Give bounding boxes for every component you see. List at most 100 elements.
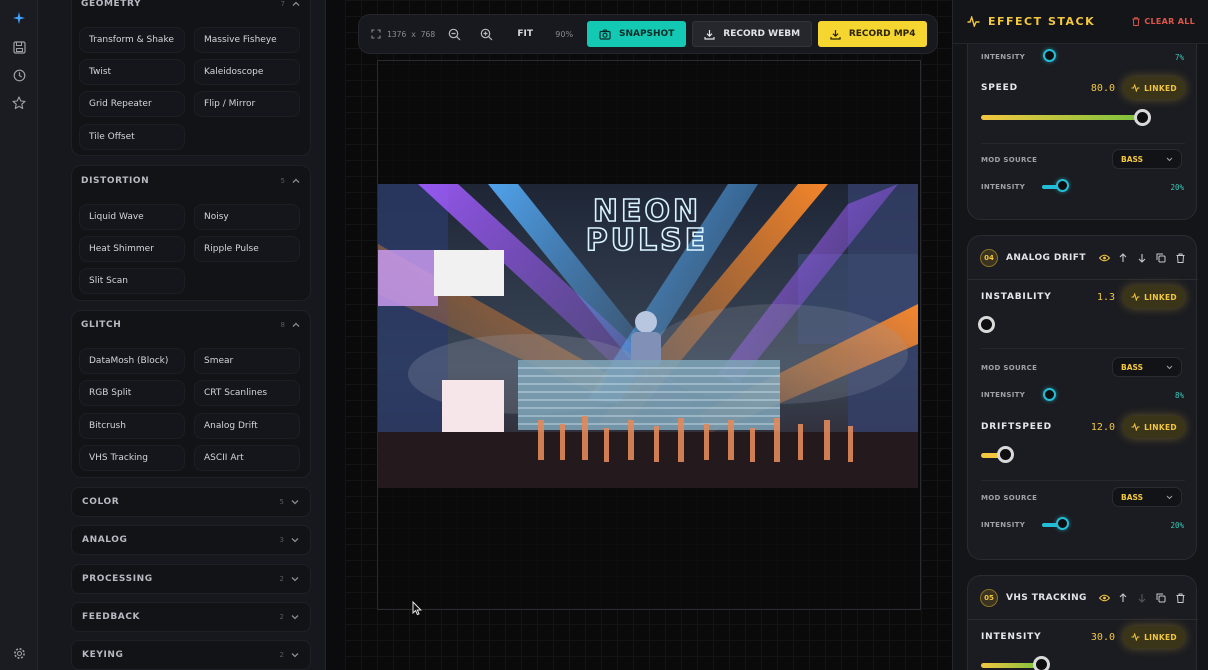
mod-source-label: MOD SOURCE bbox=[981, 156, 1038, 164]
speed-slider-fill bbox=[981, 115, 1143, 120]
effect-item[interactable]: Ripple Pulse bbox=[194, 236, 300, 262]
intensity-label: INTENSITY bbox=[981, 53, 1026, 61]
chevron-down-icon bbox=[1166, 365, 1173, 369]
duplicate-icon[interactable] bbox=[1155, 592, 1167, 604]
clear-all-button[interactable]: CLEAR ALL bbox=[1132, 17, 1195, 26]
effect-item[interactable]: RGB Split bbox=[79, 380, 185, 406]
move-up-arrow-icon[interactable] bbox=[1117, 592, 1129, 604]
intensity-value: 7% bbox=[1174, 53, 1184, 62]
instability-value: 1.3 bbox=[1096, 292, 1115, 303]
effect-item[interactable]: Grid Repeater bbox=[79, 91, 185, 117]
category-geometry-header[interactable]: GEOMETRY 7 bbox=[71, 0, 311, 19]
category-color[interactable]: COLOR 5 bbox=[71, 487, 311, 517]
effect-item[interactable]: Massive Fisheye bbox=[194, 27, 300, 53]
save-icon[interactable] bbox=[9, 37, 29, 57]
trash-icon[interactable] bbox=[1174, 592, 1186, 604]
linked-toggle[interactable]: LINKED bbox=[1123, 626, 1185, 648]
mod-source-label: MOD SOURCE bbox=[981, 494, 1038, 502]
record-mp4-button[interactable]: RECORD MP4 bbox=[818, 21, 928, 47]
trash-icon[interactable] bbox=[1174, 252, 1186, 264]
linked-toggle[interactable]: LINKED bbox=[1123, 77, 1185, 99]
linked-label: LINKED bbox=[1144, 632, 1177, 642]
effect-item[interactable]: Tile Offset bbox=[79, 124, 185, 150]
effect-item[interactable]: ASCII Art bbox=[194, 445, 300, 471]
effect-card-analog-drift: 04 ANALOG DRIFT INSTABILITY 1.3 LINKED M… bbox=[967, 235, 1198, 560]
effect-item[interactable]: Bitcrush bbox=[79, 413, 185, 439]
settings-icon[interactable] bbox=[9, 643, 29, 663]
category-title: FEEDBACK bbox=[82, 612, 141, 622]
effect-item[interactable]: Slit Scan bbox=[79, 268, 185, 294]
category-title: GEOMETRY bbox=[81, 0, 142, 9]
zoom-out-button[interactable] bbox=[441, 21, 467, 47]
move-down-arrow-icon[interactable] bbox=[1136, 252, 1148, 264]
sparkle-icon[interactable] bbox=[9, 8, 29, 28]
divider bbox=[981, 480, 1185, 481]
zoom-in-icon bbox=[480, 28, 493, 40]
category-processing[interactable]: PROCESSING 2 bbox=[71, 564, 311, 594]
intensity-label: INTENSITY bbox=[981, 632, 1042, 642]
category-glitch-header[interactable]: GLITCH 8 bbox=[71, 310, 311, 340]
chevron-down-icon bbox=[291, 500, 299, 505]
category-analog[interactable]: ANALOG 3 bbox=[71, 525, 311, 555]
zoom-in-button[interactable] bbox=[473, 21, 499, 47]
effect-item[interactable]: Liquid Wave bbox=[79, 204, 185, 230]
effect-item[interactable]: DataMosh (Block) bbox=[79, 348, 185, 374]
intensity-slider[interactable] bbox=[1056, 179, 1069, 192]
duplicate-icon[interactable] bbox=[1155, 252, 1167, 264]
mod-source-select[interactable]: BASS bbox=[1112, 149, 1182, 169]
linked-label: LINKED bbox=[1144, 292, 1177, 302]
category-feedback[interactable]: FEEDBACK 2 bbox=[71, 602, 311, 632]
category-distortion-header[interactable]: DISTORTION 5 bbox=[71, 166, 311, 196]
instability-slider[interactable] bbox=[978, 316, 995, 333]
speed-slider[interactable] bbox=[1134, 109, 1151, 126]
activity-icon bbox=[1131, 293, 1140, 301]
star-icon[interactable] bbox=[9, 93, 29, 113]
linked-toggle[interactable]: LINKED bbox=[1123, 286, 1185, 308]
move-down-arrow-icon[interactable] bbox=[1136, 592, 1148, 604]
chevron-down-icon bbox=[291, 653, 299, 658]
effect-item[interactable]: Heat Shimmer bbox=[79, 236, 185, 262]
card-index: 05 bbox=[980, 588, 998, 607]
intensity-slider[interactable] bbox=[1043, 49, 1056, 62]
intensity-value: 20% bbox=[1170, 521, 1184, 530]
category-title: ANALOG bbox=[82, 535, 128, 545]
activity-icon bbox=[1131, 633, 1140, 641]
effect-item[interactable]: VHS Tracking bbox=[79, 445, 185, 471]
intensity-value: 30.0 bbox=[1090, 632, 1115, 643]
effect-item[interactable]: Analog Drift bbox=[194, 413, 300, 439]
fit-button[interactable]: FIT bbox=[505, 21, 545, 47]
record-webm-button[interactable]: RECORD WEBM bbox=[692, 21, 813, 47]
trash-icon bbox=[1132, 17, 1140, 26]
intensity-slider[interactable] bbox=[1056, 517, 1069, 530]
effect-item[interactable]: Twist bbox=[79, 59, 185, 85]
video-preview: NEON PULSE bbox=[378, 184, 918, 488]
category-title: COLOR bbox=[82, 497, 120, 507]
effect-item[interactable]: Kaleidoscope bbox=[194, 59, 300, 85]
effect-item[interactable]: Smear bbox=[194, 348, 300, 374]
intensity-slider[interactable] bbox=[1033, 656, 1050, 670]
effect-item[interactable]: Transform & Shake bbox=[79, 27, 185, 53]
canvas-toolbar: 1376 x 768 FIT 90% SNAPSHOT RECORD WEBM … bbox=[358, 14, 938, 54]
resolution-text: 1376 x 768 bbox=[387, 29, 436, 39]
mod-source-value: BASS bbox=[1121, 362, 1143, 372]
visibility-eye-icon[interactable] bbox=[1098, 592, 1110, 604]
snapshot-button[interactable]: SNAPSHOT bbox=[587, 21, 687, 47]
effect-item[interactable]: CRT Scanlines bbox=[194, 380, 300, 406]
move-up-arrow-icon[interactable] bbox=[1117, 252, 1129, 264]
effect-item[interactable]: Noisy bbox=[194, 204, 300, 230]
mod-source-select[interactable]: BASS bbox=[1112, 487, 1182, 507]
resolution-readout[interactable]: 1376 x 768 bbox=[365, 29, 441, 39]
intensity-slider[interactable] bbox=[1043, 388, 1056, 401]
driftspeed-label: DRIFTSPEED bbox=[981, 422, 1052, 432]
category-title: DISTORTION bbox=[81, 176, 150, 186]
visibility-eye-icon[interactable] bbox=[1098, 252, 1110, 264]
mod-source-select[interactable]: BASS bbox=[1112, 357, 1182, 377]
category-keying[interactable]: KEYING 2 bbox=[71, 640, 311, 670]
history-icon[interactable] bbox=[9, 65, 29, 85]
intensity-label: INTENSITY bbox=[981, 391, 1026, 399]
linked-toggle[interactable]: LINKED bbox=[1123, 416, 1185, 438]
driftspeed-slider[interactable] bbox=[997, 446, 1014, 463]
linked-label: LINKED bbox=[1144, 422, 1177, 432]
download-icon bbox=[704, 29, 715, 40]
effect-item[interactable]: Flip / Mirror bbox=[194, 91, 300, 117]
